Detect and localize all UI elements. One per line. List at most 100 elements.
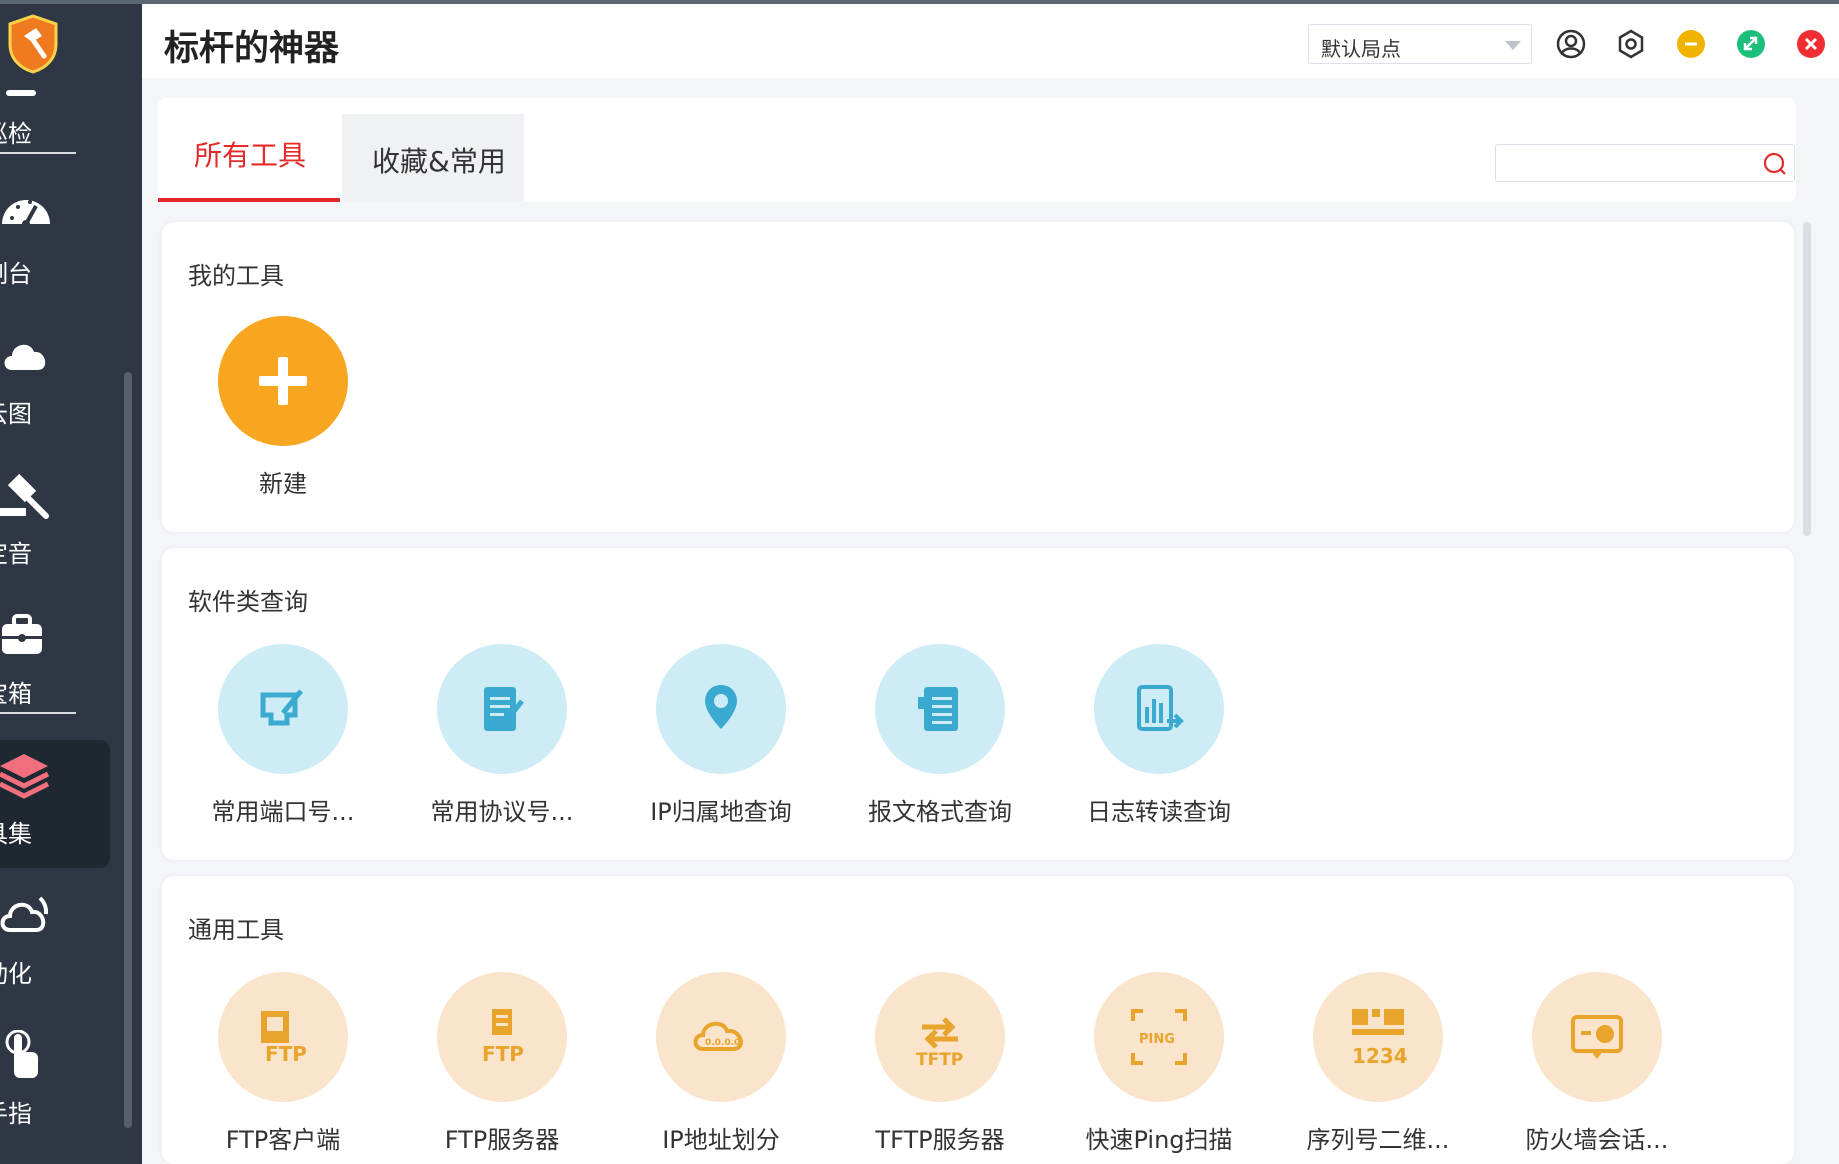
site-select[interactable]: 默认局点 (1308, 24, 1532, 64)
tabs-panel: 所有工具 收藏&常用 (158, 98, 1796, 202)
section-title: 通用工具 (188, 916, 284, 944)
subnet-cloud-icon: 0.0.0.0 (656, 972, 786, 1102)
firewall-session-icon (1532, 972, 1662, 1102)
minimize-icon[interactable] (1676, 29, 1706, 59)
tool-label: 常用协议号... (430, 798, 574, 826)
sidebar-item-gavel[interactable]: 锤定音 (0, 460, 110, 588)
protocol-doc-icon (437, 644, 567, 774)
tool-label: FTP服务器 (444, 1126, 560, 1154)
sidebar: 的巡检 控制台 权云图 锤定音 具宝箱 工具集 (0, 0, 142, 1164)
ping-scan-icon: PING (1094, 972, 1224, 1102)
section-my-tools: 我的工具 新建 (162, 222, 1794, 532)
tool-label: FTP客户端 (225, 1126, 341, 1154)
top-strip (0, 0, 1839, 4)
tool-label: 序列号二维... (1306, 1126, 1450, 1154)
sidebar-item-label: 权云图 (0, 400, 32, 428)
sidebar-divider (0, 712, 76, 714)
sidebar-item-pointer[interactable]: 金手指 (0, 1020, 110, 1148)
sidebar-item-label: 锤定音 (0, 540, 32, 568)
tool-ip-location[interactable]: IP归属地查询 (630, 644, 810, 844)
tool-label: IP地址划分 (662, 1126, 780, 1154)
header: 标杆的神器 默认局点 (142, 4, 1839, 78)
tool-tftp-server[interactable]: TFTP TFTP服务器 (849, 972, 1029, 1164)
svg-text:TFTP: TFTP (916, 1050, 963, 1067)
tool-label: 新建 (259, 470, 307, 498)
search-icon[interactable] (1762, 151, 1788, 177)
port-icon (218, 644, 348, 774)
section-title: 我的工具 (188, 262, 284, 290)
chevron-down-icon (1505, 41, 1521, 50)
sidebar-item-toolbox[interactable]: 具宝箱 (0, 600, 110, 728)
sidebar-item-label: 工具集 (0, 820, 32, 848)
tool-log-query[interactable]: 日志转读查询 (1068, 644, 1248, 844)
tab-label: 收藏&常用 (372, 145, 506, 178)
sidebar-item-automation[interactable]: 自动化 (0, 880, 110, 1008)
svg-text:PING: PING (1139, 1032, 1175, 1047)
search-input[interactable] (1502, 149, 1752, 177)
sidebar-item-toolset[interactable]: 工具集 (0, 740, 110, 868)
sidebar-item-label: 控制台 (0, 260, 32, 288)
packet-doc-icon (875, 644, 1005, 774)
section-general-tools: 通用工具 FTP FTP客户端 FTP FTP服务器 0.0.0.0 IP地址划… (162, 876, 1794, 1164)
inspection-icon (0, 50, 52, 102)
layers-icon (0, 750, 52, 802)
sidebar-item-cloud[interactable]: 权云图 (0, 320, 110, 448)
tool-port-query[interactable]: 常用端口号... (192, 644, 372, 844)
tool-label: 日志转读查询 (1087, 798, 1231, 826)
tftp-icon: TFTP (875, 972, 1005, 1102)
tool-ftp-client[interactable]: FTP FTP客户端 (192, 972, 372, 1164)
svg-text:FTP: FTP (482, 1042, 524, 1066)
svg-text:0.0.0.0: 0.0.0.0 (705, 1038, 740, 1048)
svg-text:FTP: FTP (265, 1042, 307, 1066)
sidebar-scrollbar[interactable] (124, 372, 132, 1128)
location-pin-icon (656, 644, 786, 774)
toolbox-icon (0, 610, 52, 662)
svg-text:1234: 1234 (1352, 1044, 1408, 1067)
section-software-query: 软件类查询 常用端口号... 常用协议号... IP归属地查询 报文格式查询 日… (162, 548, 1794, 860)
tool-packet-format[interactable]: 报文格式查询 (849, 644, 1029, 844)
sidebar-item-label: 具宝箱 (0, 680, 32, 708)
cloud-icon (0, 330, 52, 382)
dashboard-icon (0, 190, 52, 242)
maximize-icon[interactable] (1736, 29, 1766, 59)
serial-qr-icon: 1234 (1313, 972, 1443, 1102)
sidebar-item-label: 金手指 (0, 1100, 32, 1128)
site-select-value: 默认局点 (1321, 37, 1401, 61)
tool-firewall-session[interactable]: 防火墙会话... (1506, 972, 1686, 1164)
log-chart-icon (1094, 644, 1224, 774)
tool-new[interactable]: 新建 (192, 316, 372, 516)
tool-ip-subnet[interactable]: 0.0.0.0 IP地址划分 (630, 972, 810, 1164)
close-icon[interactable] (1796, 29, 1826, 59)
main-scrollbar[interactable] (1803, 222, 1811, 536)
tab-favorites[interactable]: 收藏&常用 (342, 114, 524, 202)
sidebar-item-label: 自动化 (0, 960, 32, 988)
search-box[interactable] (1495, 144, 1795, 182)
tab-all-tools[interactable]: 所有工具 (158, 114, 340, 202)
tool-serial-qr[interactable]: 1234 序列号二维... (1287, 972, 1467, 1164)
gavel-icon (0, 470, 52, 522)
tab-label: 所有工具 (194, 139, 307, 172)
sidebar-item-dashboard[interactable]: 控制台 (0, 180, 110, 308)
tool-label: 常用端口号... (211, 798, 355, 826)
ftp-client-icon: FTP (218, 972, 348, 1102)
tool-ping-scan[interactable]: PING 快速Ping扫描 (1068, 972, 1248, 1164)
tool-label: 快速Ping扫描 (1085, 1126, 1233, 1154)
sidebar-item-label: 的巡检 (0, 120, 32, 148)
plus-icon (218, 316, 348, 446)
tool-ftp-server[interactable]: FTP FTP服务器 (411, 972, 591, 1164)
sidebar-item-inspection[interactable]: 的巡检 (0, 40, 110, 168)
section-title: 软件类查询 (188, 588, 308, 616)
pointer-hand-icon (0, 1029, 52, 1082)
ftp-server-icon: FTP (437, 972, 567, 1102)
tool-label: IP归属地查询 (650, 798, 792, 826)
tab-underline (158, 198, 340, 202)
tool-protocol-query[interactable]: 常用协议号... (411, 644, 591, 844)
tool-label: 防火墙会话... (1525, 1126, 1669, 1154)
user-icon[interactable] (1556, 29, 1586, 59)
page-title: 标杆的神器 (164, 29, 340, 69)
settings-icon[interactable] (1616, 29, 1646, 59)
sidebar-divider (0, 152, 76, 154)
tool-label: TFTP服务器 (875, 1126, 1005, 1154)
automation-icon (0, 890, 52, 942)
tool-label: 报文格式查询 (868, 798, 1012, 826)
